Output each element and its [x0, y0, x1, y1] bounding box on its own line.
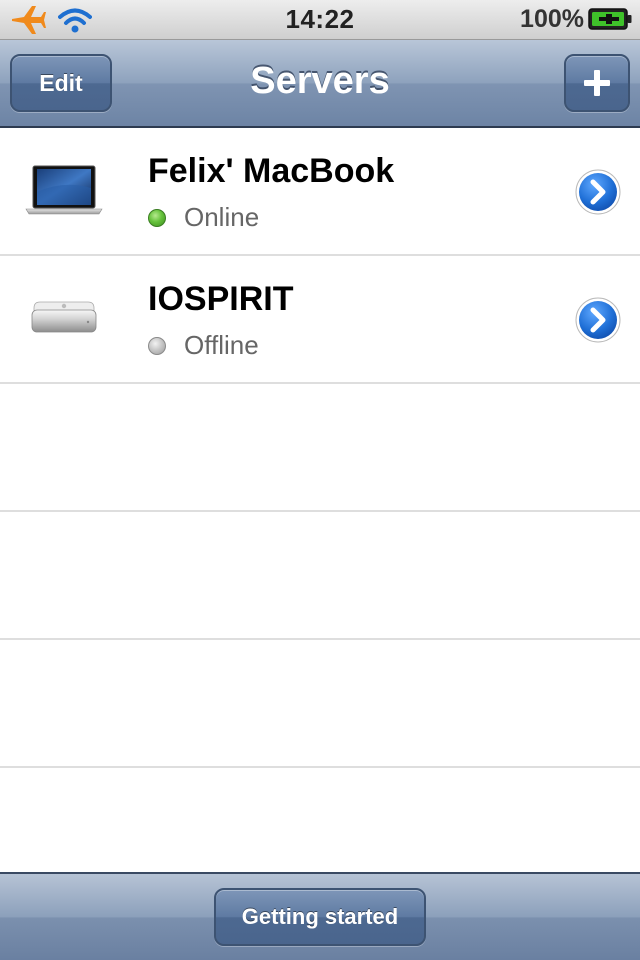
detail-disclosure-icon[interactable]: [574, 168, 622, 216]
battery-percent: 100%: [520, 5, 584, 33]
server-row-felix-macbook[interactable]: Felix' MacBook Online: [0, 128, 640, 256]
add-server-button[interactable]: [564, 54, 630, 112]
detail-disclosure-icon[interactable]: [574, 296, 622, 344]
page-title: Servers: [250, 60, 390, 102]
server-row-iospirit[interactable]: IOSPIRIT Offline: [0, 256, 640, 384]
getting-started-label: Getting started: [241, 904, 399, 929]
edit-button[interactable]: Edit: [10, 54, 112, 112]
empty-row: [0, 512, 640, 640]
status-online-indicator: [148, 209, 166, 227]
empty-row: [0, 640, 640, 768]
navigation-bar: Edit Servers: [0, 40, 640, 128]
server-list: Felix' MacBook Online IOSPIRIT Offline: [0, 128, 640, 768]
macbook-icon: [25, 165, 103, 215]
status-offline-indicator: [148, 337, 166, 355]
edit-button-label: Edit: [39, 69, 83, 96]
battery-charging-icon: [588, 8, 632, 30]
server-name: Felix' MacBook: [148, 152, 395, 190]
mac-mini-icon: [31, 301, 97, 333]
app-screen: 14:22 100% Edit Servers Felix' MacBook O…: [0, 0, 640, 960]
server-status: Offline: [184, 330, 259, 360]
empty-row: [0, 384, 640, 512]
status-bar: 14:22 100%: [0, 0, 640, 40]
server-name: IOSPIRIT: [148, 280, 294, 318]
getting-started-button[interactable]: Getting started: [214, 888, 426, 946]
server-status: Online: [184, 202, 260, 232]
plus-icon: [584, 70, 610, 96]
bottom-toolbar: Getting started: [0, 872, 640, 960]
